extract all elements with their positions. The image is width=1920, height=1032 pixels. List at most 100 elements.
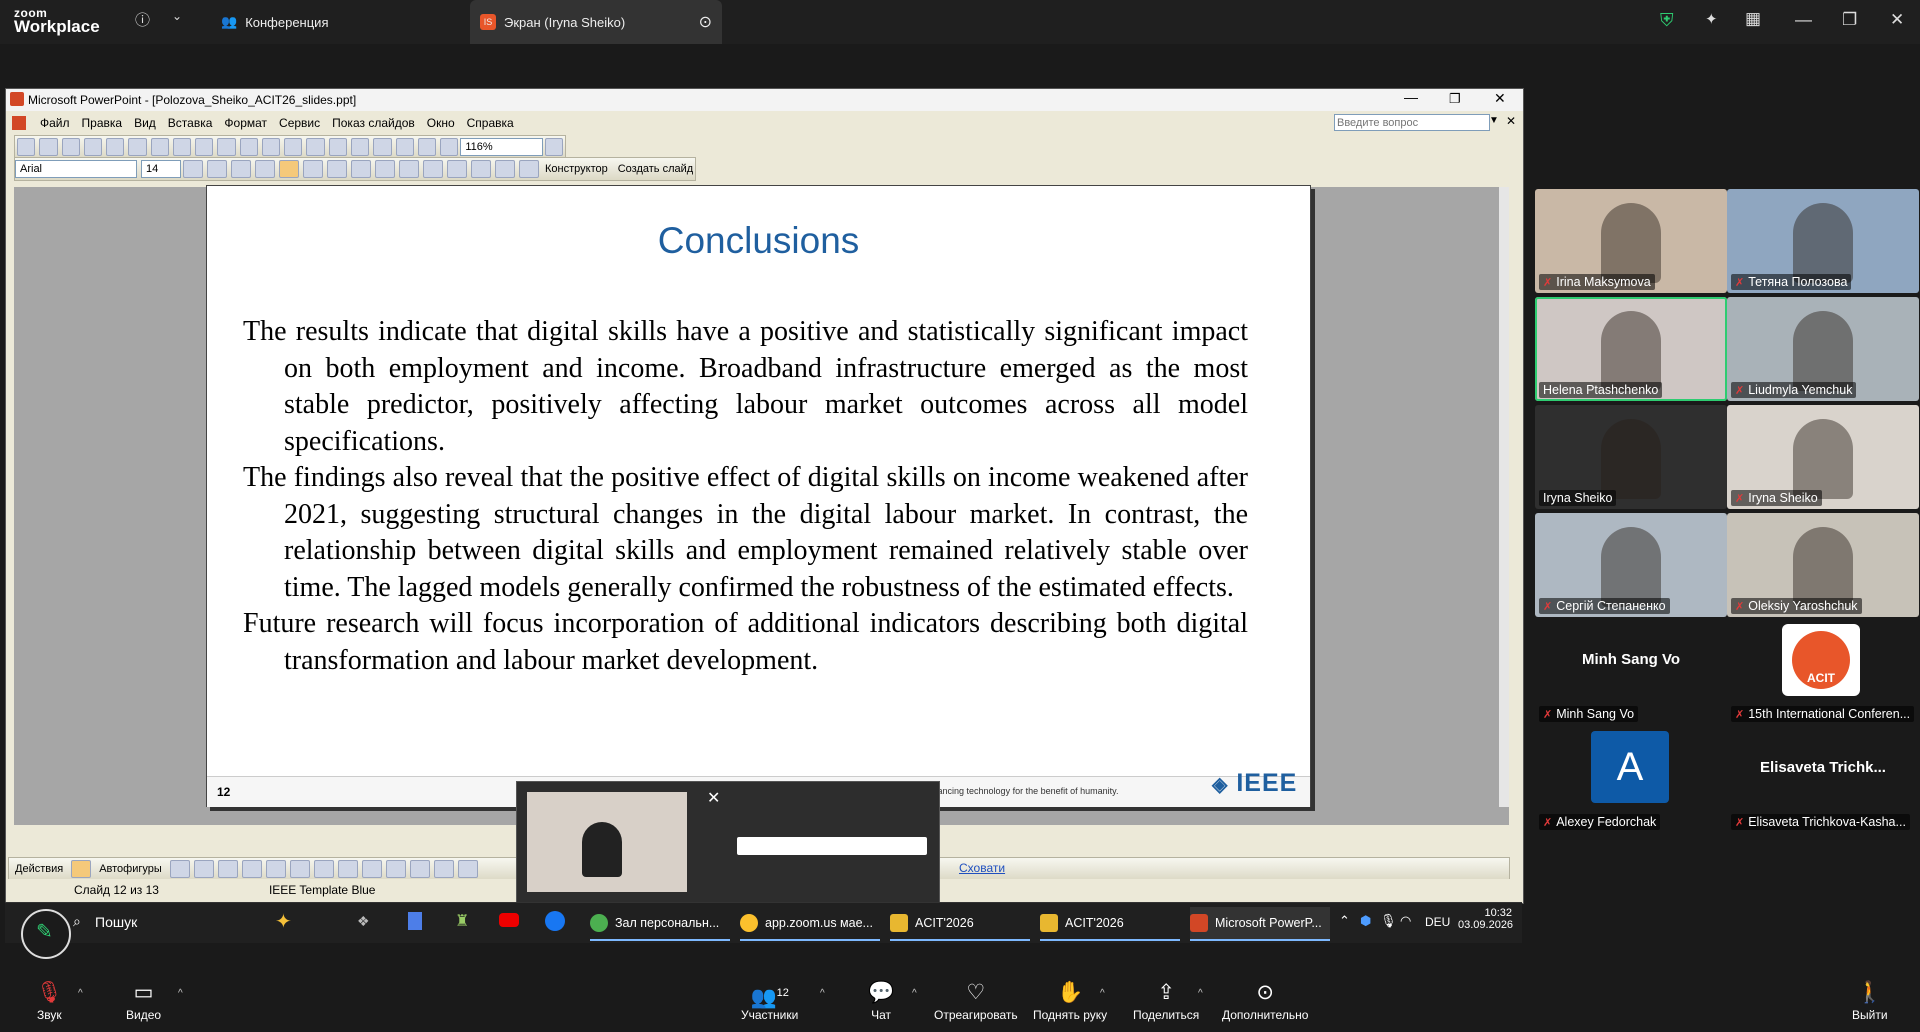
- designer-button[interactable]: Конструктор: [545, 163, 608, 175]
- chart-icon[interactable]: [328, 138, 347, 156]
- ppt-minimize-icon[interactable]: —: [1404, 89, 1418, 105]
- justify-icon[interactable]: [351, 160, 371, 178]
- menu-edit[interactable]: Правка: [82, 116, 123, 130]
- chat-button[interactable]: 💬 Чат: [868, 980, 894, 1022]
- participant-tile[interactable]: Minh Sang Vo ✗ Minh Sang Vo: [1535, 621, 1727, 725]
- line-icon[interactable]: [169, 860, 190, 878]
- preview-close-icon[interactable]: ✕: [707, 788, 720, 808]
- hide-link[interactable]: Сховати: [959, 861, 1005, 875]
- save-icon[interactable]: [61, 138, 80, 156]
- facebook-icon[interactable]: [545, 911, 565, 931]
- tab-meeting[interactable]: 👥 Конференция: [215, 0, 471, 44]
- text-color-icon[interactable]: [433, 860, 454, 878]
- participant-tile[interactable]: Elisaveta Trichk... ✗ Elisaveta Trichkova-…: [1727, 729, 1919, 833]
- participants-button[interactable]: 👥12 Участники: [741, 980, 798, 1022]
- raise-hand-options-caret-icon[interactable]: ^: [1100, 988, 1105, 999]
- zoom-select[interactable]: 116%: [460, 138, 543, 156]
- language-indicator[interactable]: DEU: [1425, 915, 1450, 929]
- format-painter-icon[interactable]: [261, 138, 281, 156]
- pen-annotate-button[interactable]: ✎: [21, 909, 71, 959]
- help-search-input[interactable]: [1334, 114, 1490, 131]
- ppt-close-icon[interactable]: ✕: [1494, 90, 1506, 107]
- more-options-icon[interactable]: ⊙: [699, 12, 712, 32]
- print-icon[interactable]: [106, 138, 125, 156]
- bullets-icon[interactable]: [399, 160, 419, 178]
- help-dropdown-icon[interactable]: ▼: [1489, 115, 1499, 126]
- taskbar-search[interactable]: Пошук: [95, 914, 137, 930]
- increase-indent-icon[interactable]: [495, 160, 515, 178]
- menu-view[interactable]: Вид: [134, 116, 156, 130]
- decrease-font-icon[interactable]: [447, 160, 467, 178]
- expand-all-icon[interactable]: [395, 138, 414, 156]
- close-icon[interactable]: ✕: [1890, 10, 1904, 30]
- audio-options-caret-icon[interactable]: ^: [78, 988, 83, 999]
- tray-app-icon[interactable]: ⬢: [1360, 913, 1371, 929]
- clipart-icon[interactable]: [337, 860, 358, 878]
- tab-shared-screen[interactable]: IS Экран (Iryna Sheiko) ⊙: [470, 0, 722, 44]
- restore-icon[interactable]: ❐: [1842, 10, 1857, 30]
- video-button[interactable]: ▭ Видео: [126, 980, 161, 1022]
- youtube-icon[interactable]: [499, 913, 519, 927]
- vertical-scrollbar[interactable]: [1499, 187, 1509, 807]
- picture-icon[interactable]: [361, 860, 382, 878]
- taskview-icon[interactable]: ❖: [357, 913, 370, 930]
- color-grayscale-icon[interactable]: [440, 138, 459, 156]
- microphone-icon[interactable]: 🎙: [1380, 913, 1397, 929]
- audio-button[interactable]: 🎙 Звук: [36, 980, 63, 1022]
- oval-icon[interactable]: [241, 860, 262, 878]
- font-color-icon[interactable]: [519, 160, 539, 178]
- line-style-icon[interactable]: [457, 860, 478, 878]
- menu-tools[interactable]: Сервис: [279, 116, 320, 130]
- participant-tile[interactable]: ✗ Тетяна Полозова: [1727, 189, 1919, 293]
- increase-font-icon[interactable]: [423, 160, 443, 178]
- spelling-icon[interactable]: [150, 138, 169, 156]
- sparkle-icon[interactable]: ✦: [1705, 10, 1718, 28]
- fill-color-icon[interactable]: [385, 860, 406, 878]
- autoshapes-menu[interactable]: Автофигуры: [99, 863, 162, 875]
- close-doc-icon[interactable]: ✕: [1506, 114, 1516, 128]
- participant-tile[interactable]: ✗ Сергій Степаненко: [1535, 513, 1727, 617]
- react-button[interactable]: ♡ Отреагировать: [934, 980, 1018, 1022]
- participant-tile[interactable]: Helena Ptashchenko: [1535, 297, 1727, 401]
- chevron-down-icon[interactable]: ⌄: [172, 9, 182, 23]
- paste-icon[interactable]: [239, 138, 258, 156]
- participant-tile[interactable]: ✗ Iryna Sheiko: [1727, 405, 1919, 509]
- taskbar-item-zoom-room[interactable]: Зал персональн...: [590, 907, 730, 941]
- slide[interactable]: Conclusions The results indicate that di…: [206, 185, 1311, 807]
- participant-tile[interactable]: A ✗ Alexey Fedorchak: [1535, 729, 1727, 833]
- taskbar-item-folder-1[interactable]: ACIT'2026: [890, 907, 1030, 941]
- arrow-icon[interactable]: [193, 860, 214, 878]
- minimize-icon[interactable]: —: [1795, 10, 1812, 30]
- menu-file[interactable]: Файл: [40, 116, 70, 130]
- shield-icon[interactable]: ⛨: [1660, 10, 1674, 31]
- menu-format[interactable]: Формат: [224, 116, 267, 130]
- italic-icon[interactable]: [207, 160, 227, 178]
- rectangle-icon[interactable]: [217, 860, 238, 878]
- copy-icon[interactable]: [217, 138, 236, 156]
- participants-options-caret-icon[interactable]: ^: [820, 988, 825, 999]
- table-icon[interactable]: [350, 138, 370, 156]
- info-icon[interactable]: ⓘ: [135, 9, 150, 30]
- actions-menu[interactable]: Действия: [15, 863, 63, 875]
- numbering-icon[interactable]: [375, 160, 395, 178]
- cut-icon[interactable]: [195, 138, 214, 156]
- share-options-caret-icon[interactable]: ^: [1198, 988, 1203, 999]
- participant-tile[interactable]: ACIT ✗ 15th International Conferen...: [1727, 621, 1919, 725]
- menu-help[interactable]: Справка: [467, 116, 514, 130]
- clock[interactable]: 10:32 03.09.2026: [1458, 907, 1513, 931]
- redo-icon[interactable]: [306, 138, 325, 156]
- taskbar-item-folder-2[interactable]: ACIT'2026: [1040, 907, 1180, 941]
- app-icon[interactable]: ♜: [455, 911, 469, 931]
- ppt-restore-icon[interactable]: ❐: [1449, 91, 1461, 107]
- new-slide-button[interactable]: Создать слайд: [618, 163, 693, 175]
- taskbar-item-zoom-app[interactable]: app.zoom.us мае...: [740, 907, 880, 941]
- diagram-icon[interactable]: [313, 860, 334, 878]
- video-options-caret-icon[interactable]: ^: [178, 988, 183, 999]
- chat-options-caret-icon[interactable]: ^: [912, 988, 917, 999]
- participant-tile[interactable]: ✗ Irina Maksymova: [1535, 189, 1727, 293]
- participant-tile[interactable]: Iryna Sheiko: [1535, 405, 1727, 509]
- share-button[interactable]: ⇪ Поделиться: [1133, 980, 1199, 1022]
- participant-tile[interactable]: ✗ Liudmyla Yemchuk: [1727, 297, 1919, 401]
- wordart-icon[interactable]: [289, 860, 310, 878]
- menu-window[interactable]: Окно: [427, 116, 455, 130]
